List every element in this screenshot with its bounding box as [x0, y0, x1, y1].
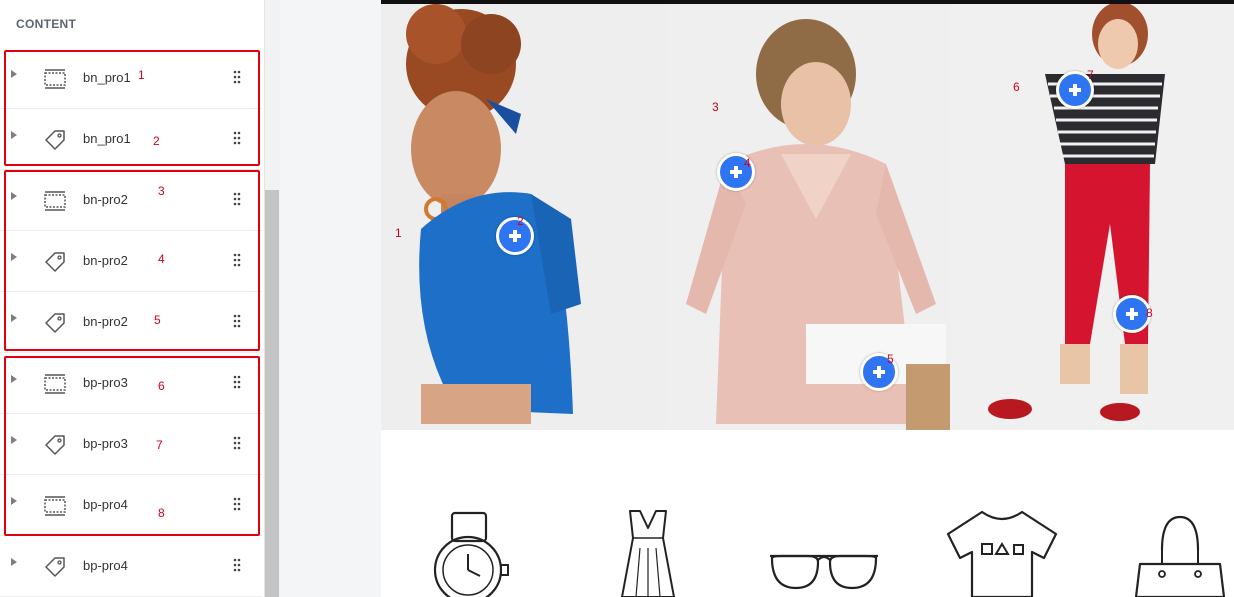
- annotation-number: 6: [1013, 80, 1020, 94]
- layer-row[interactable]: bp-pro4: [0, 536, 262, 597]
- tshirt-icon[interactable]: [944, 508, 1060, 597]
- annotation-number: 7: [1087, 68, 1094, 82]
- handbag-icon[interactable]: [1132, 514, 1228, 597]
- hotspot-button[interactable]: 8: [1113, 295, 1153, 333]
- hotspot-button[interactable]: 4: [717, 153, 755, 191]
- sunglasses-icon[interactable]: [768, 548, 880, 593]
- drag-handle-icon[interactable]: [232, 558, 242, 572]
- layer-label: bp-pro4: [83, 558, 128, 573]
- annotation-number: 5: [887, 352, 894, 366]
- annotation-number: 8: [1146, 306, 1153, 320]
- annotation-number: 2: [517, 214, 524, 228]
- annotation-number: 3: [712, 100, 719, 114]
- dress-icon[interactable]: [618, 508, 678, 597]
- photo-model-pink-cardigan[interactable]: 3: [666, 4, 950, 430]
- annotation-number: 4: [744, 156, 751, 170]
- sidebar-scrollbar-thumb[interactable]: [265, 190, 279, 597]
- hotspot-button[interactable]: 2: [496, 214, 534, 255]
- expand-caret-icon[interactable]: [11, 558, 17, 566]
- annotation-number: 1: [395, 226, 402, 240]
- layers-sidebar: CONTENT bn_pro1 1 bn_pro1 2 bn-pro2 3 bn…: [0, 0, 265, 597]
- sidebar-header: CONTENT: [16, 17, 77, 31]
- annotation-group-box: [4, 170, 260, 351]
- annotation-group-box: [4, 356, 260, 536]
- hotspot-button[interactable]: 7: [1056, 68, 1094, 109]
- watch-icon[interactable]: [430, 510, 510, 597]
- tag-icon: [45, 557, 65, 577]
- annotation-group-box: [4, 50, 260, 166]
- hotspot-button[interactable]: 5: [860, 352, 898, 391]
